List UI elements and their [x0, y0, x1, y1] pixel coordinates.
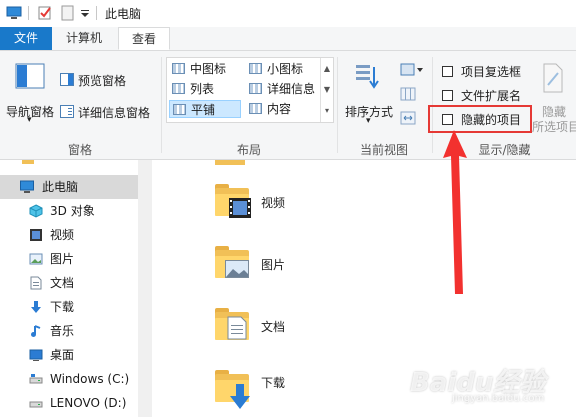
- folder-icon: [215, 184, 251, 218]
- folder-label: 文档: [261, 320, 286, 334]
- music-icon: [31, 325, 41, 337]
- tab-view[interactable]: 查看: [118, 27, 170, 50]
- item-checkboxes-label: 项目复选框: [461, 65, 522, 79]
- folder-icon: [215, 160, 245, 165]
- nav-item-desktop[interactable]: 桌面: [0, 343, 138, 367]
- add-columns-icon: [400, 87, 416, 101]
- group-by-button[interactable]: [400, 63, 424, 79]
- nav-item-windows-c[interactable]: Windows (C:): [0, 367, 138, 391]
- preview-pane-button[interactable]: 预览窗格: [60, 71, 160, 89]
- nav-item-lenovo-d[interactable]: LENOVO (D:): [0, 391, 138, 415]
- folder-tile-videos[interactable]: 视频: [153, 182, 353, 222]
- nav-item-3d-objects[interactable]: 3D 对象: [0, 199, 138, 223]
- watermark-sub: jingyan.baidu.com: [452, 393, 545, 404]
- download-icon: [31, 301, 41, 313]
- details-pane-label: 详细信息窗格: [78, 106, 151, 120]
- folder-icon: [215, 370, 250, 409]
- chevron-down-icon: ▾: [366, 116, 371, 126]
- sort-icon: [356, 65, 379, 89]
- file-extensions-label: 文件扩展名: [461, 89, 522, 103]
- preview-pane-label: 预览窗格: [78, 74, 127, 88]
- file-extensions-toggle[interactable]: 文件扩展名: [442, 87, 532, 103]
- folder-tile-documents[interactable]: 文档: [153, 306, 353, 346]
- tab-computer[interactable]: 计算机: [54, 27, 114, 50]
- properties-icon[interactable]: [37, 5, 53, 21]
- folder-tile-pictures[interactable]: 图片: [153, 244, 353, 284]
- video-icon: [30, 229, 42, 241]
- gallery-scroll[interactable]: ▲ ▼ ▾: [320, 58, 333, 122]
- picture-icon: [29, 253, 43, 265]
- drive-icon: [29, 374, 43, 384]
- item-checkboxes-checkbox[interactable]: [442, 66, 453, 77]
- tab-file[interactable]: 文件: [0, 27, 52, 50]
- nav-item-documents[interactable]: 文档: [0, 271, 138, 295]
- title-bar: 此电脑: [0, 0, 576, 27]
- group-label-panes: 窗格: [67, 143, 92, 157]
- layout-content[interactable]: 内容: [246, 100, 321, 118]
- nav-scrollbar[interactable]: [138, 160, 152, 417]
- picture-icon: [225, 260, 249, 278]
- desktop-icon: [29, 349, 43, 361]
- layout-tiles[interactable]: 平铺: [169, 100, 241, 118]
- folder-label: 下载: [261, 376, 286, 390]
- list-icon: [172, 83, 185, 94]
- download-icon: [230, 384, 250, 409]
- folder-tile-downloads[interactable]: 下载: [153, 368, 353, 414]
- tiles-icon: [173, 104, 186, 115]
- hide-selected-icon: [543, 63, 563, 93]
- annotation-arrow-icon: [443, 130, 467, 294]
- cube-icon: [29, 204, 43, 218]
- file-extensions-checkbox[interactable]: [442, 90, 453, 101]
- layout-gallery: 中图标 小图标 列表 详细信息 平铺 内容 ▲ ▼ ▾: [166, 57, 334, 123]
- nav-item-downloads[interactable]: 下载: [0, 295, 138, 319]
- preview-pane-icon: [60, 73, 74, 86]
- document-icon: [227, 316, 247, 340]
- layout-small-icons[interactable]: 小图标: [246, 60, 321, 78]
- navigation-pane: 此电脑 3D 对象 视频 图片 文档 下载 音乐 桌面 Windows (C:)…: [0, 160, 153, 417]
- document-icon: [30, 276, 42, 290]
- add-columns-button[interactable]: [400, 87, 418, 103]
- computer-icon[interactable]: [6, 5, 22, 21]
- layout-details[interactable]: 详细信息: [246, 80, 321, 98]
- new-folder-icon[interactable]: [60, 5, 76, 21]
- group-by-icon: [400, 63, 423, 76]
- size-columns-button[interactable]: [400, 111, 418, 127]
- chevron-down-icon[interactable]: [80, 5, 90, 21]
- group-label-current-view: 当前视图: [359, 143, 408, 157]
- computer-icon: [20, 180, 34, 193]
- group-label-layout: 布局: [236, 143, 261, 157]
- folder-label: 视频: [261, 196, 286, 210]
- layout-medium-icons[interactable]: 中图标: [169, 60, 244, 78]
- nav-item-music[interactable]: 音乐: [0, 319, 138, 343]
- nav-item-pictures[interactable]: 图片: [0, 247, 138, 271]
- ribbon-tabs: 文件 计算机 查看: [0, 27, 576, 51]
- small-icons-icon: [249, 63, 262, 74]
- navigation-pane-icon: [15, 63, 45, 89]
- details-pane-icon: [60, 105, 74, 118]
- folder-icon: [215, 308, 249, 340]
- hide-selected-button[interactable]: 隐藏 所选项目: [532, 59, 576, 134]
- medium-icons-icon: [172, 63, 185, 74]
- nav-item-videos[interactable]: 视频: [0, 223, 138, 247]
- window-title: 此电脑: [105, 7, 142, 21]
- details-icon: [249, 83, 262, 94]
- folder-icon: [215, 246, 249, 278]
- sort-by-button[interactable]: 排序方式 ▾: [342, 59, 398, 131]
- hide-selected-sub-label: 所选项目: [532, 120, 576, 134]
- nav-item-this-pc[interactable]: 此电脑: [0, 175, 138, 199]
- nav-pane-button[interactable]: 导航窗格 ▾: [6, 59, 56, 129]
- video-icon: [229, 198, 251, 218]
- folder-label: 图片: [261, 258, 286, 272]
- chevron-down-icon: ▾: [27, 115, 32, 125]
- item-checkboxes-toggle[interactable]: 项目复选框: [442, 63, 532, 79]
- drive-icon: [29, 401, 43, 408]
- content-icon: [249, 103, 262, 114]
- layout-list[interactable]: 列表: [169, 80, 244, 98]
- folder-icon: [22, 160, 34, 164]
- size-columns-icon: [400, 111, 416, 125]
- details-pane-button[interactable]: 详细信息窗格: [60, 103, 160, 121]
